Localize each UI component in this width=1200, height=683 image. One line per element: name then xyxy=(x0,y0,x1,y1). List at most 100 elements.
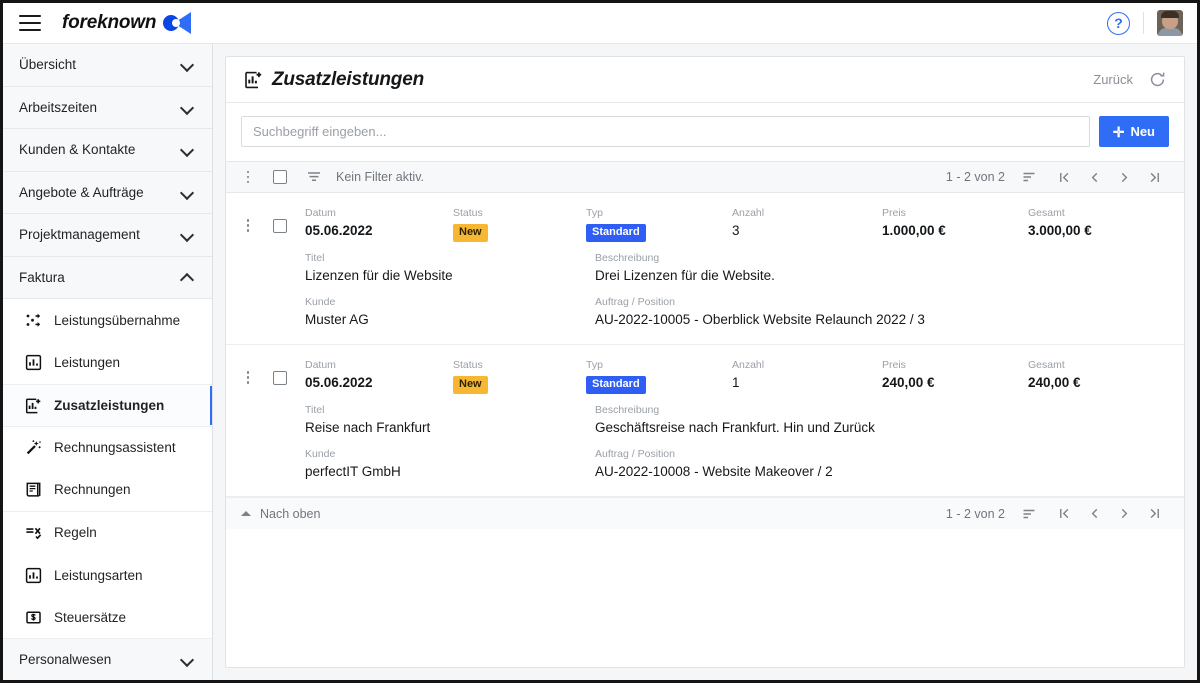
chevron-down-icon xyxy=(182,102,193,113)
divider xyxy=(1143,12,1144,34)
sidebar-group-angebote-auftraege[interactable]: Angebote & Aufträge xyxy=(3,171,212,214)
field-anzahl: Anzahl 3 xyxy=(732,206,882,242)
sidebar-item-steuersaetze[interactable]: Steuersätze xyxy=(3,596,212,639)
field-label: Beschreibung xyxy=(595,404,660,416)
field-label: Status xyxy=(453,207,483,219)
help-circle-icon[interactable]: ? xyxy=(1107,11,1130,35)
row-fields: Datum 05.06.2022 Status New Typ Standard xyxy=(305,358,1169,482)
next-page-icon[interactable] xyxy=(1109,502,1139,526)
kebab-menu-icon[interactable] xyxy=(241,170,255,184)
page-title: Zusatzleistungen xyxy=(244,69,424,91)
last-page-icon[interactable] xyxy=(1139,165,1169,189)
field-preis: Preis 1.000,00 € xyxy=(882,206,1028,242)
refresh-icon[interactable] xyxy=(1149,71,1166,88)
field-typ: Typ Standard xyxy=(586,206,732,242)
top-bar-actions: ? xyxy=(1107,10,1197,36)
field-label: Datum xyxy=(305,359,336,371)
sort-icon[interactable] xyxy=(1021,169,1037,185)
sidebar-item-leistungsuebernahme[interactable]: Leistungsübernahme xyxy=(3,299,212,342)
back-button[interactable]: Zurück xyxy=(1093,72,1133,87)
sidebar-item-regeln[interactable]: Regeln xyxy=(3,511,212,554)
next-page-icon[interactable] xyxy=(1109,165,1139,189)
sidebar-item-zusatzleistungen[interactable]: Zusatzleistungen xyxy=(3,384,212,427)
filter-icon[interactable] xyxy=(306,169,322,185)
field-value: 3 xyxy=(732,223,740,238)
row-line-1: Datum 05.06.2022 Status New Typ Standard xyxy=(305,206,1169,242)
checkbox-unchecked-icon[interactable] xyxy=(273,170,287,184)
sidebar-item-leistungsarten[interactable]: Leistungsarten xyxy=(3,554,212,597)
kebab-menu-icon[interactable] xyxy=(241,219,255,232)
field-label: Gesamt xyxy=(1028,207,1065,219)
brand[interactable]: foreknown xyxy=(62,12,192,34)
table-row[interactable]: Datum 05.06.2022 Status New Typ Standard xyxy=(226,345,1184,497)
field-value: 1 xyxy=(732,375,740,390)
sidebar-group-label: Faktura xyxy=(19,269,65,285)
row-checkbox[interactable] xyxy=(273,219,287,233)
sidebar-group-label: Arbeitszeiten xyxy=(19,99,98,115)
prev-page-icon[interactable] xyxy=(1079,502,1109,526)
prev-page-icon[interactable] xyxy=(1079,165,1109,189)
table-row[interactable]: Datum 05.06.2022 Status New Typ Standard xyxy=(226,193,1184,345)
chevron-down-icon xyxy=(182,144,193,155)
sidebar-group-projektmanagement[interactable]: Projektmanagement xyxy=(3,214,212,257)
field-kunde: Kunde perfectIT GmbH xyxy=(305,447,595,482)
field-value: Lizenzen für die Website xyxy=(305,268,453,283)
status-badge: New xyxy=(453,376,488,394)
sidebar-item-leistungen[interactable]: Leistungen xyxy=(3,341,212,384)
chevron-down-icon xyxy=(182,187,193,198)
sidebar-item-label: Regeln xyxy=(54,525,97,541)
chevron-up-icon xyxy=(182,272,193,283)
user-avatar[interactable] xyxy=(1157,10,1183,36)
pagination-top: 1 - 2 von 2 xyxy=(946,165,1169,189)
row-line-3: Kunde perfectIT GmbH Auftrag / Position … xyxy=(305,447,1169,482)
first-page-icon[interactable] xyxy=(1049,502,1079,526)
sort-icon[interactable] xyxy=(1021,506,1037,522)
bar-chart-plus-icon xyxy=(25,397,42,414)
field-titel: Titel Lizenzen für die Website xyxy=(305,251,595,286)
sidebar-item-rechnungen[interactable]: Rechnungen xyxy=(3,469,212,512)
page-count: 1 - 2 von 2 xyxy=(945,170,1005,184)
kebab-menu-icon[interactable] xyxy=(241,371,255,384)
list-toolbar: Kein Filter aktiv. 1 - 2 von 2 xyxy=(226,161,1184,193)
sidebar-group-faktura[interactable]: Faktura xyxy=(3,256,212,299)
field-label: Auftrag / Position xyxy=(595,448,675,460)
sidebar-item-rechnungsassistent[interactable]: Rechnungsassistent xyxy=(3,426,212,469)
sidebar-group-uebersicht[interactable]: Übersicht xyxy=(3,44,212,87)
sidebar-group-label: Projektmanagement xyxy=(19,227,140,243)
panel-header: Zusatzleistungen Zurück xyxy=(226,57,1184,103)
row-checkbox[interactable] xyxy=(273,371,287,385)
field-gesamt: Gesamt 240,00 € xyxy=(1028,358,1148,394)
scroll-to-top-button[interactable]: Nach oben xyxy=(241,507,320,521)
typ-badge: Standard xyxy=(586,376,646,394)
sidebar-group-label: Angebote & Aufträge xyxy=(19,184,144,200)
hamburger-icon[interactable] xyxy=(19,15,41,31)
new-button[interactable]: ✛ Neu xyxy=(1098,116,1169,147)
magic-wand-icon xyxy=(25,439,42,456)
field-value: perfectIT GmbH xyxy=(305,464,401,479)
field-gesamt: Gesamt 3.000,00 € xyxy=(1028,206,1148,242)
first-page-icon[interactable] xyxy=(1049,165,1079,189)
field-status: Status New xyxy=(453,358,586,394)
sidebar-item-label: Leistungsarten xyxy=(54,567,143,583)
row-fields: Datum 05.06.2022 Status New Typ Standard xyxy=(305,206,1169,330)
search-input[interactable] xyxy=(241,116,1090,147)
rules-check-icon xyxy=(25,524,42,541)
field-value: Muster AG xyxy=(305,312,369,327)
row-line-1: Datum 05.06.2022 Status New Typ Standard xyxy=(305,358,1169,394)
field-titel: Titel Reise nach Frankfurt xyxy=(305,403,595,438)
typ-badge: Standard xyxy=(586,224,646,242)
status-badge: New xyxy=(453,224,488,242)
transfer-nodes-icon xyxy=(25,312,42,329)
sidebar[interactable]: Übersicht Arbeitszeiten Kunden & Kontakt… xyxy=(3,44,213,680)
bar-chart-box-icon xyxy=(25,567,42,584)
search-row: ✛ Neu xyxy=(226,103,1184,161)
panel-header-actions: Zurück xyxy=(1093,71,1166,88)
invoice-document-icon xyxy=(25,481,42,498)
last-page-icon[interactable] xyxy=(1139,502,1169,526)
field-value: 3.000,00 € xyxy=(1028,223,1092,238)
field-label: Preis xyxy=(882,359,906,371)
sidebar-group-kunden-kontakte[interactable]: Kunden & Kontakte xyxy=(3,129,212,172)
field-label: Typ xyxy=(586,359,603,371)
sidebar-group-arbeitszeiten[interactable]: Arbeitszeiten xyxy=(3,86,212,129)
sidebar-group-personalwesen[interactable]: Personalwesen xyxy=(3,639,212,680)
